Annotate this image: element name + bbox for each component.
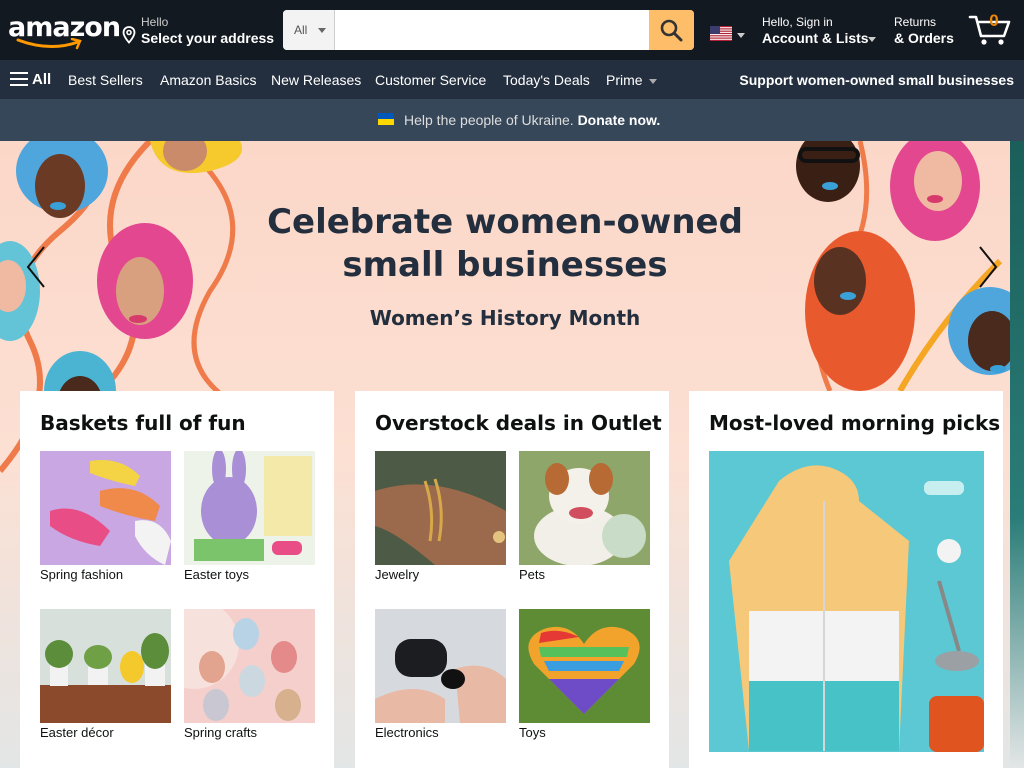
search-bar: All <box>283 10 694 50</box>
pets-image <box>519 451 650 565</box>
search-button[interactable] <box>649 10 694 50</box>
chevron-down-icon <box>868 37 876 42</box>
account-menu[interactable]: Hello, Sign in Account & Lists <box>762 14 882 48</box>
search-icon <box>660 19 683 42</box>
tile-caption: Jewelry <box>375 567 420 582</box>
top-nav: amazon Hello Select your address All Hel… <box>0 0 1024 60</box>
nav-customer-service[interactable]: Customer Service <box>375 72 486 88</box>
orders-label: & Orders <box>894 30 954 46</box>
card-title[interactable]: Most-loved morning picks <box>709 411 1000 435</box>
search-input[interactable] <box>335 10 649 50</box>
chevron-down-icon <box>648 78 657 84</box>
tile-caption: Toys <box>519 725 546 740</box>
next-slide-peek <box>1010 141 1024 768</box>
tile-caption: Easter décor <box>40 725 114 740</box>
us-flag-icon <box>710 26 732 41</box>
banner-message: Help the people of Ukraine. Donate now. <box>404 112 660 128</box>
jewelry-image <box>375 451 506 565</box>
hamburger-icon <box>10 72 28 86</box>
account-lists-label: Account & Lists <box>762 30 869 46</box>
deliver-to-address[interactable]: Hello Select your address <box>122 14 274 48</box>
returns-orders-link[interactable]: Returns & Orders <box>894 14 962 48</box>
cart-count: 0 <box>989 11 999 30</box>
carousel-prev-arrow-icon[interactable] <box>22 241 50 293</box>
cart-button[interactable]: 0 <box>968 10 1016 50</box>
card-title[interactable]: Overstock deals in Outlet <box>375 411 662 435</box>
carousel-next-arrow-icon[interactable] <box>974 241 1002 293</box>
card-overstock-deals: Overstock deals in Outlet Jewelry Pets E… <box>355 391 669 768</box>
address-greeting: Hello <box>141 15 169 29</box>
search-category-dropdown[interactable]: All <box>283 10 335 50</box>
tile-caption: Electronics <box>375 725 439 740</box>
hero-subtitle: Women’s History Month <box>369 306 641 330</box>
returns-label: Returns <box>894 15 937 29</box>
tile-caption: Pets <box>519 567 546 582</box>
hero-title-line2: small businesses <box>342 245 668 285</box>
nav-prime-label: Prime <box>606 72 643 88</box>
amazon-logo[interactable]: amazon <box>8 8 121 52</box>
tile-caption: Easter toys <box>184 567 250 582</box>
card-title[interactable]: Baskets full of fun <box>40 411 246 435</box>
nav-amazon-basics[interactable]: Amazon Basics <box>160 72 256 88</box>
card-baskets-full-of-fun: Baskets full of fun Spring fashion Easte… <box>20 391 334 768</box>
spring-fashion-image <box>40 451 171 565</box>
easter-decor-image <box>40 609 171 723</box>
nav-promo-link[interactable]: Support women-owned small businesses <box>739 72 1014 88</box>
nav-prime[interactable]: Prime <box>606 72 657 88</box>
nav-best-sellers[interactable]: Best Sellers <box>68 72 143 88</box>
banner-text: Help the people of Ukraine. <box>404 112 574 128</box>
sub-nav: All Best Sellers Amazon Basics New Relea… <box>0 60 1024 99</box>
sign-in-greeting: Hello, Sign in <box>762 15 833 29</box>
search-category-value: All <box>294 23 308 37</box>
hero-title[interactable]: Celebrate women-owned small businesses <box>200 201 810 287</box>
hero-title-line1: Celebrate women-owned <box>267 202 743 242</box>
chevron-down-icon <box>737 33 745 38</box>
easter-toys-image <box>184 451 315 565</box>
donate-now-link[interactable]: Donate now. <box>578 112 661 128</box>
all-menu-label: All <box>32 71 52 88</box>
tile-caption: Spring fashion <box>40 567 124 582</box>
location-pin-icon <box>122 26 136 44</box>
tile-caption: Spring crafts <box>184 725 257 740</box>
ukraine-banner: Help the people of Ukraine. Donate now. <box>0 99 1024 141</box>
electronics-image <box>375 609 506 723</box>
ukraine-flag-icon <box>378 113 394 125</box>
toys-image <box>519 609 650 723</box>
nav-new-releases[interactable]: New Releases <box>271 72 361 88</box>
select-address-link: Select your address <box>141 30 275 46</box>
spring-crafts-image <box>184 609 315 723</box>
morning-picks-image[interactable] <box>709 451 984 752</box>
card-most-loved-morning-picks: Most-loved morning picks <box>689 391 1003 768</box>
nav-todays-deals[interactable]: Today's Deals <box>503 72 590 88</box>
language-selector[interactable] <box>710 26 746 42</box>
chevron-down-icon <box>318 28 326 33</box>
logo-smile-icon <box>16 38 82 50</box>
